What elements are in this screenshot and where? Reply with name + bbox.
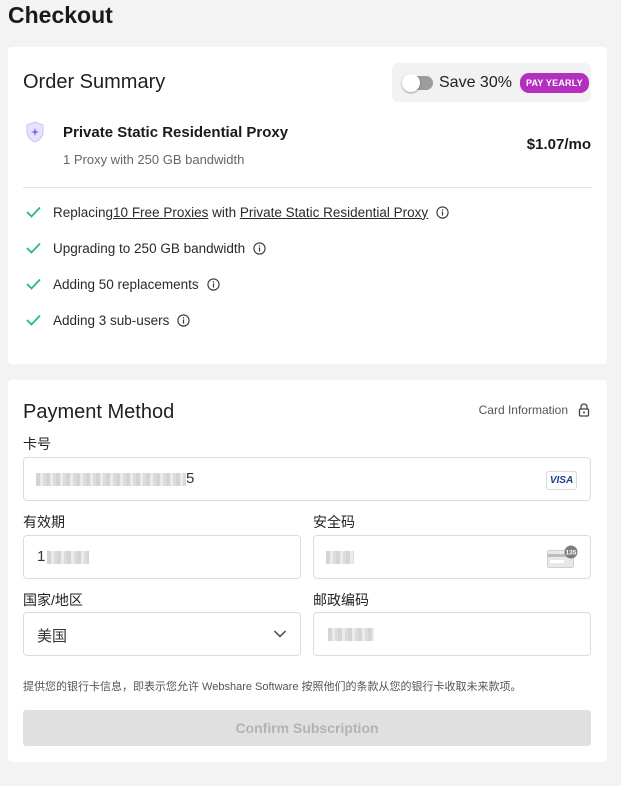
feature-sub-users: Adding 3 sub-users [25, 310, 190, 330]
expiry-input[interactable]: 1 [23, 535, 301, 579]
save-label: Save 30% [439, 73, 512, 91]
cvc-badge-text: 135 [566, 549, 577, 556]
confirm-subscription-button[interactable]: Confirm Subscription [23, 710, 591, 746]
expiry-visible: 1 [37, 548, 46, 565]
masked-cvc [326, 551, 354, 564]
lock-icon [578, 403, 590, 417]
masked-expiry [47, 551, 89, 564]
masked-card-number [36, 473, 186, 486]
check-icon [26, 242, 41, 254]
info-icon[interactable] [253, 241, 266, 255]
legal-notice: 提供您的银行卡信息，即表示您允许 Webshare Software 按照他们的… [23, 681, 522, 693]
card-number-visible: 5 [186, 470, 195, 487]
cvc-input[interactable]: 135 [313, 535, 591, 579]
card-number-input[interactable]: 5 VISA [23, 457, 591, 501]
check-icon [26, 314, 41, 326]
cvc-card-icon: 135 [547, 545, 578, 568]
info-icon[interactable] [206, 277, 220, 291]
billing-toggle-box: Save 30% PAY YEARLY [392, 63, 591, 102]
country-select[interactable]: 美国 [23, 612, 301, 656]
check-icon [26, 206, 41, 218]
country-value: 美国 [37, 628, 68, 645]
shield-icon [26, 121, 44, 143]
expiry-label: 有效期 [23, 514, 65, 530]
product-price: $1.07/mo [526, 136, 591, 153]
product-link[interactable]: Private Static Residential Proxy [240, 205, 428, 220]
feature-replacements: Adding 50 replacements [25, 274, 220, 294]
postal-code-label: 邮政编码 [313, 592, 369, 608]
visa-icon: VISA [546, 471, 577, 490]
product-subtitle: 1 Proxy with 250 GB bandwidth [63, 152, 245, 167]
masked-postal-code [328, 628, 374, 641]
cvc-label: 安全码 [313, 514, 355, 530]
pay-yearly-badge: PAY YEARLY [519, 72, 589, 93]
divider [23, 187, 592, 188]
country-label: 国家/地区 [23, 592, 83, 608]
product-name: Private Static Residential Proxy [63, 124, 289, 141]
order-summary-title: Order Summary [23, 71, 166, 93]
check-icon [26, 278, 41, 290]
pay-yearly-toggle[interactable] [402, 73, 433, 92]
feature-replacing: Replacing 10 Free Proxies with Private S… [25, 202, 449, 222]
info-icon[interactable] [436, 205, 449, 219]
free-proxies-link[interactable]: 10 Free Proxies [113, 205, 208, 220]
order-summary-card: Order Summary Save 30% PAY YEARLY Privat… [8, 47, 607, 364]
info-icon[interactable] [177, 313, 190, 327]
payment-method-title: Payment Method [23, 401, 175, 423]
feature-bandwidth: Upgrading to 250 GB bandwidth [25, 238, 266, 258]
chevron-down-icon [273, 630, 287, 638]
card-number-label: 卡号 [23, 436, 51, 452]
page-title: Checkout [8, 2, 113, 28]
payment-method-card: Payment Method Card Information 卡号 5 VIS… [8, 380, 607, 762]
card-information: Card Information [479, 403, 590, 417]
postal-code-input[interactable] [313, 612, 591, 656]
